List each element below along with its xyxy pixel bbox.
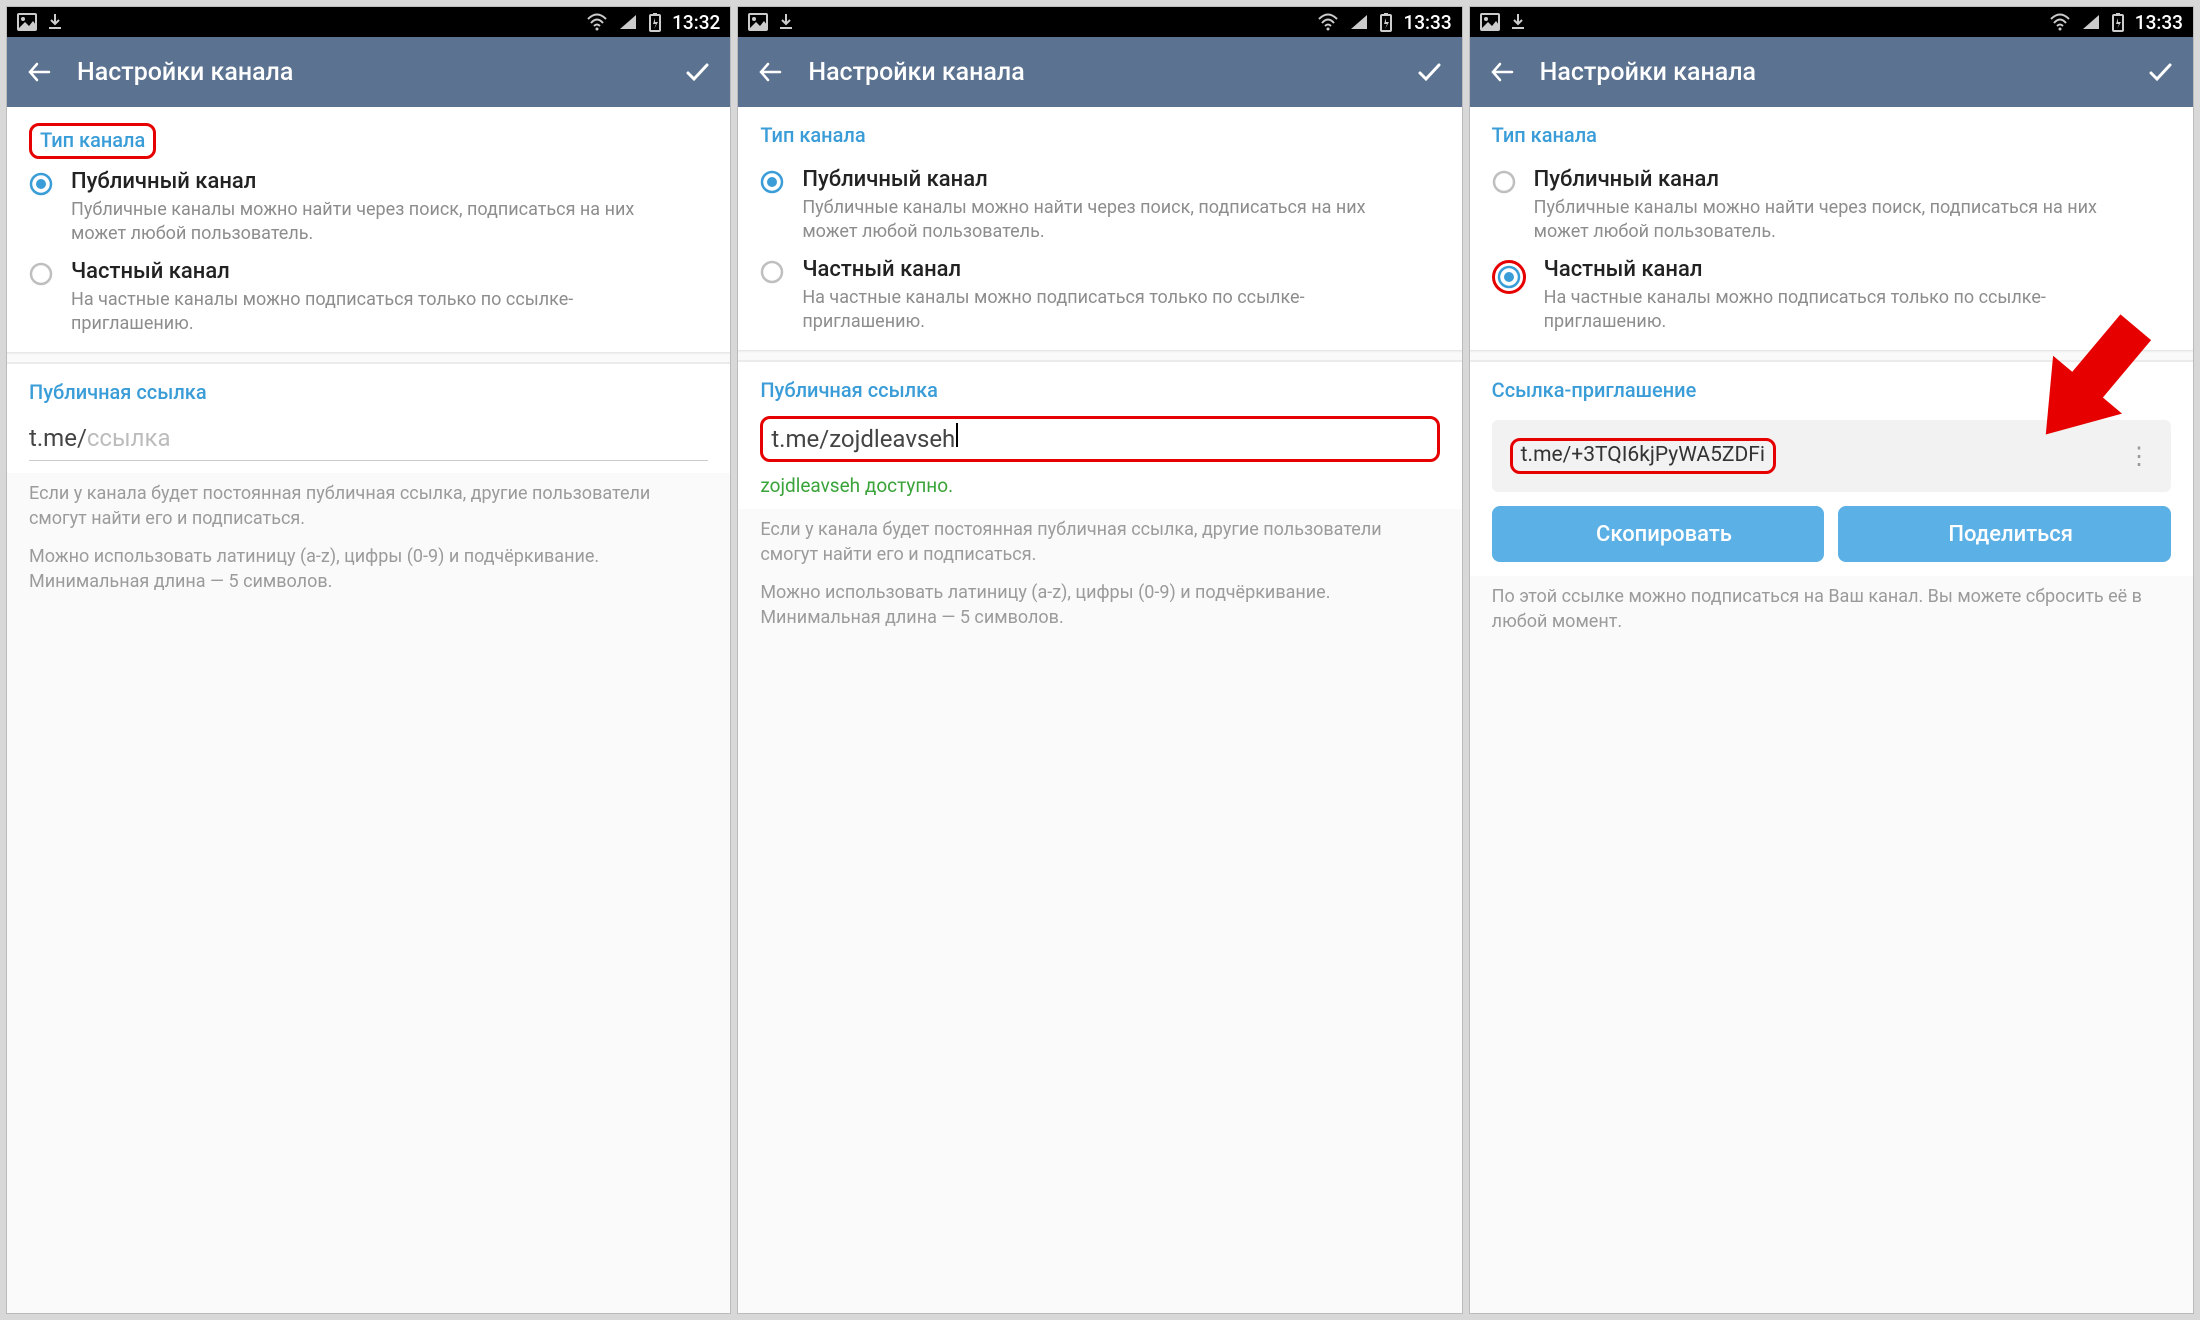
radio-public-label: Публичный канал (802, 167, 1439, 192)
wifi-icon (586, 13, 608, 31)
radio-selected-icon (760, 170, 784, 194)
copy-label: Скопировать (1596, 522, 1732, 547)
signal-icon (2081, 13, 2101, 31)
app-bar: Настройки канала (738, 37, 1461, 107)
screen-3: 13:33 Настройки канала Тип канала Публич… (1469, 6, 2194, 1314)
section-header-link: Публичная ссылка (760, 378, 1439, 412)
picture-icon (748, 13, 768, 31)
link-availability: zojdleavseh доступно. (760, 470, 1439, 505)
radio-private-label: Частный канал (71, 259, 708, 284)
channel-type-section: Тип канала Публичный канал Публичные кан… (1470, 107, 2193, 350)
confirm-icon[interactable] (682, 57, 712, 87)
public-link-input[interactable]: t.me/ссылка (29, 418, 708, 461)
link-placeholder: ссылка (87, 424, 171, 452)
radio-unselected-icon (29, 262, 53, 286)
channel-type-section: Тип канала Публичный канал Публичные кан… (7, 107, 730, 352)
invite-link-box[interactable]: t.me/+3TQI6kjPyWA5ZDFi ⋮ (1492, 420, 2171, 492)
page-title: Настройки канала (808, 58, 1391, 87)
radio-private-desc: На частные каналы можно подписаться толь… (71, 288, 676, 337)
footnote-2: Можно использовать латиницу (a-z), цифры… (7, 542, 730, 604)
radio-private-label: Частный канал (1544, 257, 2171, 282)
confirm-icon[interactable] (2145, 57, 2175, 87)
section-divider (1470, 350, 2193, 362)
battery-icon (2111, 12, 2125, 32)
radio-public[interactable]: Публичный канал Публичные каналы можно н… (760, 157, 1439, 247)
back-icon[interactable] (25, 57, 55, 87)
copy-button[interactable]: Скопировать (1492, 506, 1825, 562)
app-bar: Настройки канала (7, 37, 730, 107)
download-icon (47, 13, 63, 31)
battery-icon (1379, 12, 1393, 32)
more-icon[interactable]: ⋮ (2121, 442, 2157, 470)
wifi-icon (1317, 13, 1339, 31)
screen-1: 13:32 Настройки канала Тип канала Публич… (6, 6, 731, 1314)
radio-public-desc: Публичные каналы можно найти через поиск… (71, 198, 676, 247)
radio-private-desc: На частные каналы можно подписаться толь… (802, 286, 1407, 335)
radio-public-desc: Публичные каналы можно найти через поиск… (802, 196, 1407, 245)
back-icon[interactable] (1488, 57, 1518, 87)
link-prefix: t.me/ (771, 425, 829, 453)
radio-private[interactable]: Частный канал На частные каналы можно по… (1492, 247, 2171, 337)
section-divider (738, 350, 1461, 362)
picture-icon (17, 13, 37, 31)
invite-link-text: t.me/+3TQI6kjPyWA5ZDFi (1510, 438, 1776, 474)
footnote-1: Если у канала будет постоянная публичная… (7, 473, 730, 541)
section-header-invite: Ссылка-приглашение (1492, 378, 2171, 412)
invite-link-section: Ссылка-приглашение t.me/+3TQI6kjPyWA5ZDF… (1470, 362, 2193, 576)
clock: 13:32 (672, 11, 720, 34)
radio-selected-icon (1492, 260, 1526, 294)
radio-private-label: Частный канал (802, 257, 1439, 282)
confirm-icon[interactable] (1414, 57, 1444, 87)
section-header-type: Тип канала (1492, 123, 2171, 157)
clock: 13:33 (2135, 11, 2183, 34)
signal-icon (618, 13, 638, 31)
channel-type-section: Тип канала Публичный канал Публичные кан… (738, 107, 1461, 350)
app-bar: Настройки канала (1470, 37, 2193, 107)
radio-private[interactable]: Частный канал На частные каналы можно по… (29, 249, 708, 339)
radio-private-desc: На частные каналы можно подписаться толь… (1544, 286, 2140, 335)
battery-icon (648, 12, 662, 32)
back-icon[interactable] (756, 57, 786, 87)
section-header-link: Публичная ссылка (29, 380, 708, 414)
download-icon (778, 13, 794, 31)
download-icon (1510, 13, 1526, 31)
signal-icon (1349, 13, 1369, 31)
status-bar: 13:33 (738, 7, 1461, 37)
share-button[interactable]: Поделиться (1838, 506, 2171, 562)
picture-icon (1480, 13, 1500, 31)
radio-public-desc: Публичные каналы можно найти через поиск… (1534, 196, 2139, 245)
public-link-section: Публичная ссылка t.me/zojdleavseh zojdle… (738, 362, 1461, 509)
public-link-section: Публичная ссылка t.me/ссылка (7, 364, 730, 473)
share-label: Поделиться (1948, 522, 2073, 547)
radio-selected-icon (29, 172, 53, 196)
invite-footnote: По этой ссылке можно подписаться на Ваш … (1470, 576, 2193, 644)
section-divider (7, 352, 730, 364)
radio-public-label: Публичный канал (1534, 167, 2171, 192)
radio-unselected-icon (760, 260, 784, 284)
clock: 13:33 (1403, 11, 1451, 34)
status-bar: 13:32 (7, 7, 730, 37)
text-cursor (956, 423, 958, 447)
footnote-1: Если у канала будет постоянная публичная… (738, 509, 1461, 577)
wifi-icon (2049, 13, 2071, 31)
section-header-label: Тип канала (29, 123, 156, 159)
radio-public-label: Публичный канал (71, 169, 708, 194)
footnote-2: Можно использовать латиницу (a-z), цифры… (738, 578, 1461, 640)
screen-2: 13:33 Настройки канала Тип канала Публич… (737, 6, 1462, 1314)
radio-private[interactable]: Частный канал На частные каналы можно по… (760, 247, 1439, 337)
radio-public[interactable]: Публичный канал Публичные каналы можно н… (1492, 157, 2171, 247)
link-prefix: t.me/ (29, 424, 87, 452)
page-title: Настройки канала (77, 58, 660, 87)
radio-public[interactable]: Публичный канал Публичные каналы можно н… (29, 159, 708, 249)
invite-actions: Скопировать Поделиться (1492, 506, 2171, 562)
radio-unselected-icon (1492, 170, 1516, 194)
status-bar: 13:33 (1470, 7, 2193, 37)
link-value: zojdleavseh (829, 425, 955, 453)
public-link-input[interactable]: t.me/zojdleavseh (760, 416, 1439, 462)
section-header-type: Тип канала (760, 123, 1439, 157)
section-header-type: Тип канала (29, 123, 708, 159)
page-title: Настройки канала (1540, 58, 2123, 87)
